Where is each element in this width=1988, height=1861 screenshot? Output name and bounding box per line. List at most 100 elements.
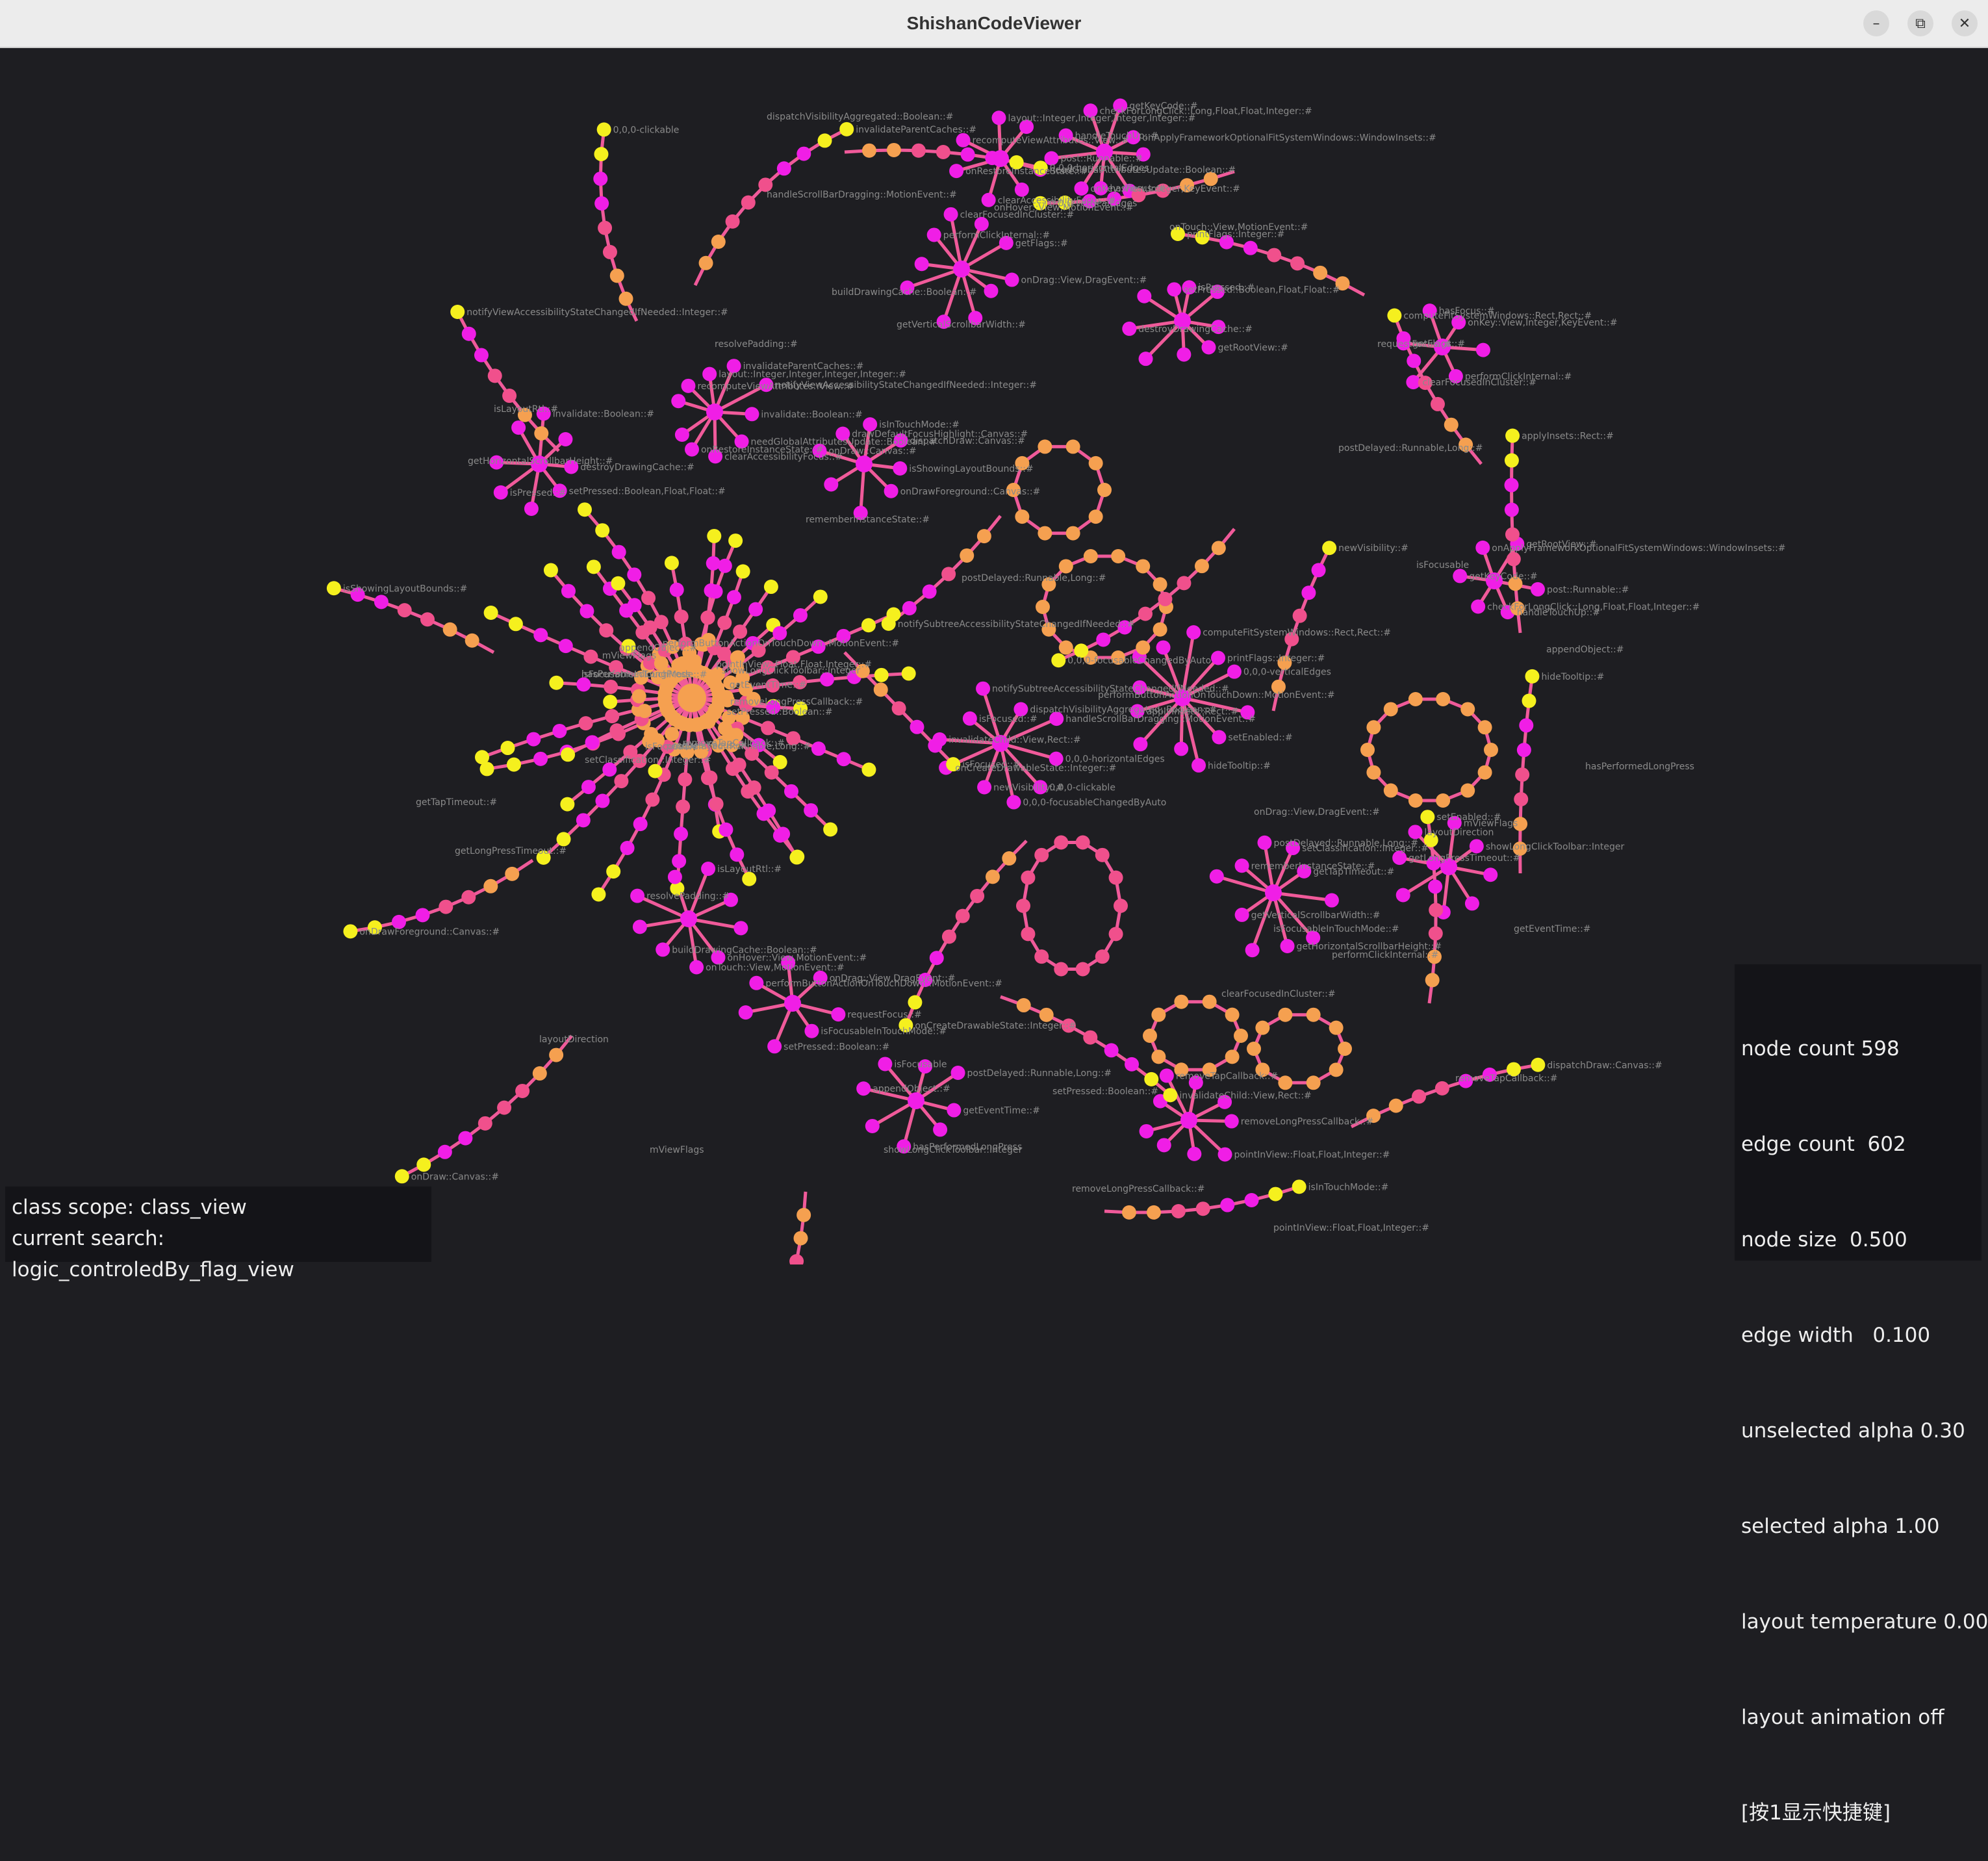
graph-node[interactable] (1109, 927, 1123, 941)
graph-node[interactable] (665, 556, 679, 570)
graph-node[interactable] (941, 567, 956, 581)
graph-node[interactable] (951, 1066, 965, 1080)
graph-node[interactable] (1278, 1075, 1292, 1090)
graph-node[interactable] (804, 803, 818, 817)
graph-node[interactable] (749, 976, 763, 990)
graph-node[interactable] (395, 1169, 409, 1183)
graph-node[interactable] (678, 773, 692, 787)
graph-node[interactable] (1428, 880, 1442, 894)
graph-node[interactable] (559, 639, 573, 653)
graph-node[interactable] (874, 682, 888, 697)
graph-node[interactable] (689, 960, 704, 975)
graph-node[interactable] (837, 752, 851, 766)
graph-node[interactable] (1039, 1008, 1054, 1022)
graph-node[interactable] (1522, 694, 1536, 708)
graph-node[interactable] (767, 1039, 782, 1053)
graph-node[interactable] (533, 628, 548, 642)
graph-node[interactable] (595, 523, 609, 537)
graph-node[interactable] (475, 750, 489, 764)
graph-node[interactable] (439, 900, 453, 914)
graph-node[interactable] (603, 245, 617, 259)
graph-node[interactable] (1212, 541, 1226, 555)
graph-node[interactable] (915, 257, 929, 271)
graph-node[interactable] (748, 602, 763, 617)
graph-node[interactable] (704, 584, 719, 598)
graph-node[interactable] (1143, 1029, 1157, 1043)
graph-node[interactable] (465, 634, 479, 648)
graph-node[interactable] (1338, 1042, 1352, 1056)
graph-node[interactable] (1153, 577, 1167, 591)
graph-node[interactable] (1083, 1031, 1097, 1045)
graph-node[interactable] (861, 618, 876, 632)
graph-node[interactable] (1002, 851, 1016, 866)
graph-node[interactable] (1325, 893, 1339, 908)
graph-node[interactable] (1054, 962, 1068, 976)
graph-node[interactable] (1187, 1147, 1201, 1161)
graph-node[interactable] (1505, 429, 1520, 443)
graph-node[interactable] (856, 1081, 871, 1096)
graph-node[interactable] (1387, 309, 1401, 323)
graph-node[interactable] (986, 869, 1000, 884)
graph-node[interactable] (507, 758, 521, 772)
graph-node[interactable] (671, 394, 685, 408)
graph-node[interactable] (856, 456, 873, 472)
graph-node[interactable] (1089, 509, 1103, 524)
graph-node[interactable] (595, 794, 609, 808)
graph-node[interactable] (628, 598, 642, 612)
graph-node[interactable] (618, 292, 633, 306)
graph-node[interactable] (1476, 343, 1490, 357)
graph-node[interactable] (511, 420, 526, 435)
graph-node[interactable] (701, 611, 715, 625)
graph-node[interactable] (1097, 483, 1112, 497)
graph-node[interactable] (1051, 653, 1065, 667)
minimize-button[interactable]: – (1863, 10, 1889, 36)
graph-node[interactable] (733, 624, 747, 639)
graph-node[interactable] (1465, 896, 1479, 910)
graph-node[interactable] (549, 676, 563, 690)
graph-node[interactable] (793, 608, 808, 622)
graph-node[interactable] (558, 432, 572, 446)
graph-node[interactable] (1158, 592, 1172, 606)
graph-node[interactable] (741, 196, 756, 210)
graph-node[interactable] (587, 559, 601, 574)
graph-node[interactable] (583, 650, 598, 664)
graph-node[interactable] (861, 762, 876, 776)
graph-node[interactable] (1322, 541, 1336, 555)
graph-node[interactable] (1247, 1042, 1261, 1056)
graph-node[interactable] (501, 741, 515, 755)
graph-node[interactable] (707, 529, 721, 543)
graph-node[interactable] (956, 133, 971, 148)
graph-node[interactable] (961, 148, 975, 162)
graph-node[interactable] (1435, 1081, 1449, 1096)
graph-node[interactable] (733, 921, 748, 935)
graph-node[interactable] (598, 221, 612, 235)
graph-node[interactable] (505, 867, 519, 881)
graph-node[interactable] (502, 389, 516, 403)
graph-node[interactable] (862, 144, 876, 158)
graph-node[interactable] (1066, 439, 1080, 454)
graph-node[interactable] (1212, 730, 1226, 744)
graph-node[interactable] (892, 701, 906, 715)
graph-node[interactable] (557, 832, 571, 846)
graph-node[interactable] (1360, 743, 1375, 757)
graph-node[interactable] (718, 721, 732, 736)
graph-node[interactable] (609, 723, 624, 738)
graph-node[interactable] (1478, 720, 1492, 734)
graph-node[interactable] (549, 1048, 563, 1062)
graph-node[interactable] (1267, 248, 1281, 263)
graph-canvas[interactable]: mViewFlagsshowLongClickToolbar::Integerr… (0, 48, 1988, 1264)
graph-node[interactable] (612, 545, 626, 559)
graph-node[interactable] (1366, 765, 1381, 780)
graph-node[interactable] (1290, 256, 1305, 270)
graph-node[interactable] (594, 196, 609, 211)
graph-node[interactable] (509, 617, 523, 631)
graph-node[interactable] (942, 929, 956, 943)
graph-node[interactable] (1074, 181, 1088, 196)
graph-node[interactable] (1156, 640, 1171, 654)
graph-node[interactable] (796, 1208, 811, 1222)
graph-node[interactable] (1484, 743, 1498, 757)
graph-node[interactable] (1429, 927, 1443, 941)
graph-node[interactable] (1517, 743, 1531, 757)
graph-node[interactable] (1412, 1090, 1426, 1104)
graph-node[interactable] (1015, 183, 1029, 197)
